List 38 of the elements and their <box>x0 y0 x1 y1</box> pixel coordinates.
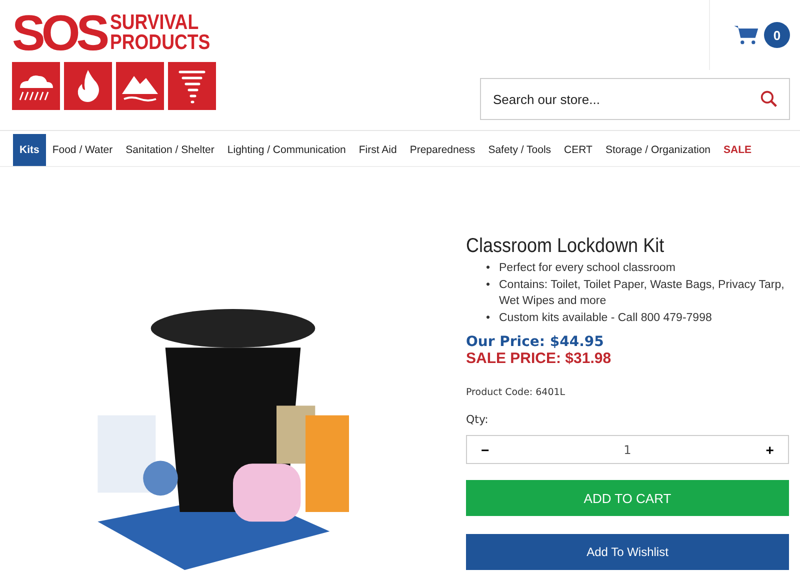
qty-stepper[interactable]: − 1 + <box>466 435 789 464</box>
feature-text: Custom kits available - Call 800 479-7998 <box>499 310 712 326</box>
mountain-icon <box>116 62 164 110</box>
feature-text: Perfect for every school classroom <box>499 261 676 276</box>
tornado-icon <box>168 62 216 110</box>
nav-link[interactable]: Food / Water <box>46 134 120 166</box>
rain-cloud-icon <box>12 62 60 110</box>
search-field[interactable]: Search our store... <box>480 78 790 120</box>
product-code: Product Code: 6401L <box>466 387 566 398</box>
bullet: • <box>486 278 492 292</box>
product-title: Classroom Lockdown Kit <box>466 235 666 258</box>
nav-link[interactable]: Safety / Tools <box>482 134 558 166</box>
nav-link[interactable]: CERT <box>558 134 599 166</box>
nav-link[interactable]: Preparedness <box>403 134 482 166</box>
bullet: • <box>486 261 492 276</box>
flame-icon <box>64 62 112 110</box>
logo-mark: SOS <box>12 10 106 56</box>
qty-value: 1 <box>624 442 632 456</box>
feature-text: Contains: Toilet, Toilet Paper, Waste Bags, Privacy Tarp, Wet Wipes and more <box>499 278 786 309</box>
regular-price: Our Price: $44.95 <box>466 334 605 350</box>
decrease-button[interactable]: − <box>475 442 496 458</box>
add-to-wishlist-button[interactable]: Add To Wishlist <box>466 534 789 570</box>
increase-button[interactable]: + <box>760 442 780 458</box>
nav-link[interactable]: First Aid <box>352 134 404 166</box>
nav-link[interactable]: Sanitation / Shelter <box>119 134 221 166</box>
search-icon[interactable] <box>760 90 778 108</box>
cart-icon <box>734 24 760 46</box>
logo-text: SURVIVAL <box>110 13 200 33</box>
cart-count: 0 <box>764 22 790 48</box>
nav-link[interactable]: Kits <box>13 134 46 166</box>
sale-price: SALE PRICE: $31.98 <box>466 350 612 367</box>
bullet: • <box>486 310 492 326</box>
nav-link[interactable]: Lighting / Communication <box>220 134 352 166</box>
qty-label: Qty: <box>466 413 490 426</box>
logo-text: PRODUCTS <box>110 33 210 53</box>
cart-button[interactable]: 0 <box>734 22 790 48</box>
nav-link[interactable]: SALE <box>717 134 758 166</box>
nav-link[interactable]: Storage / Organization <box>598 134 717 166</box>
